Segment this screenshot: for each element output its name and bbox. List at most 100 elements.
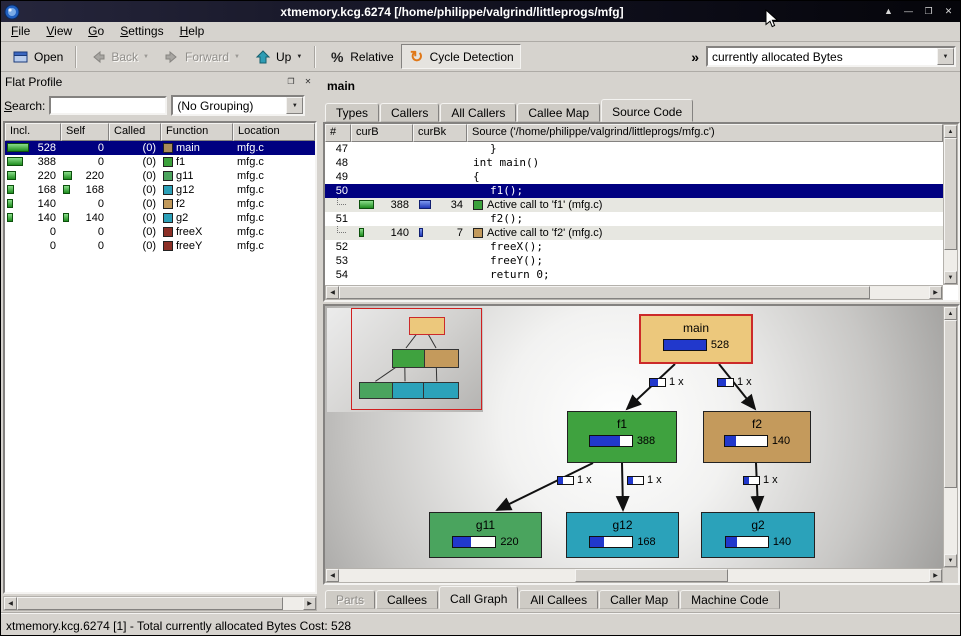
scrollbar-track[interactable] <box>944 138 957 271</box>
tab-callees[interactable]: Callees <box>376 590 438 609</box>
tab-machine-code[interactable]: Machine Code <box>680 590 779 609</box>
menu-help[interactable]: Help <box>172 22 213 41</box>
source-column-header[interactable]: Source ('/home/philippe/valgrind/littlep… <box>467 124 943 142</box>
tab-source-code[interactable]: Source Code <box>601 99 693 122</box>
flat-profile-row-g12[interactable]: 168168(0)g12mfg.c <box>5 183 315 197</box>
column-header-called[interactable]: Called <box>109 123 161 141</box>
source-code-row[interactable]: 50f1(); <box>325 184 943 198</box>
graph-node-f2[interactable]: f2140 <box>703 411 811 463</box>
flat-profile-row-main[interactable]: 5280(0)mainmfg.c <box>5 141 315 155</box>
column-header-location[interactable]: Location <box>233 123 315 141</box>
flat-profile-row-f2[interactable]: 1400(0)f2mfg.c <box>5 197 315 211</box>
menu-view[interactable]: View <box>38 22 80 41</box>
menu-go[interactable]: Go <box>80 22 112 41</box>
maximize-button[interactable]: ❐ <box>920 4 937 19</box>
relative-toggle-button[interactable]: % Relative <box>321 44 400 69</box>
scrollbar-thumb[interactable] <box>339 286 870 299</box>
source-code-row[interactable]: 48int main() <box>325 156 943 170</box>
scroll-down-button[interactable]: ▼ <box>944 554 957 567</box>
tab-types[interactable]: Types <box>325 103 379 122</box>
flat-profile-hscrollbar[interactable]: ◀ ▶ <box>3 596 317 611</box>
tab-all-callers[interactable]: All Callers <box>440 103 516 122</box>
source-code-row[interactable]: 47} <box>325 142 943 156</box>
scroll-down-button[interactable]: ▼ <box>944 271 957 284</box>
source-code-row[interactable]: 52freeX(); <box>325 240 943 254</box>
graph-node-main[interactable]: main528 <box>639 314 753 364</box>
source-hscrollbar[interactable]: ◀ ▶ <box>325 285 943 300</box>
toolbar-overflow-chevron[interactable]: » <box>684 49 706 65</box>
close-button[interactable]: ✕ <box>940 4 957 19</box>
up-dropdown-arrow[interactable]: ▼ <box>296 54 302 60</box>
source-call-row[interactable]: 1407Active call to 'f2' (mfg.c) <box>325 226 943 240</box>
forward-button[interactable]: Forward ▼ <box>156 44 247 69</box>
source-column-header[interactable]: curB <box>351 124 413 142</box>
source-column-header[interactable]: curBk <box>413 124 467 142</box>
scrollbar-track[interactable] <box>339 286 929 299</box>
grouping-combo[interactable]: (No Grouping) ▼ <box>171 95 305 116</box>
tab-callee-map[interactable]: Callee Map <box>517 103 600 122</box>
scroll-up-button[interactable]: ▲ <box>944 125 957 138</box>
minimize-button[interactable]: — <box>900 4 917 19</box>
up-button[interactable]: Up ▼ <box>247 44 309 69</box>
forward-dropdown-arrow[interactable]: ▼ <box>234 54 240 60</box>
scrollbar-thumb[interactable] <box>944 320 957 488</box>
source-code-row[interactable]: 51f2(); <box>325 212 943 226</box>
tab-callers[interactable]: Callers <box>380 103 439 122</box>
scrollbar-thumb[interactable] <box>944 138 957 250</box>
scroll-left-button[interactable]: ◀ <box>326 569 339 582</box>
source-code-row[interactable]: 53freeY(); <box>325 254 943 268</box>
source-column-header[interactable]: # <box>325 124 351 142</box>
graph-hscrollbar[interactable]: ◀ ▶ <box>325 568 943 583</box>
column-header-incl[interactable]: Incl. <box>5 123 61 141</box>
combo-dropdown-arrow[interactable]: ▼ <box>286 97 303 114</box>
tab-caller-map[interactable]: Caller Map <box>599 590 679 609</box>
menu-settings[interactable]: Settings <box>112 22 171 41</box>
source-code-row[interactable]: 54return 0; <box>325 268 943 282</box>
event-type-combo[interactable]: currently allocated Bytes ▼ <box>706 46 956 67</box>
column-header-self[interactable]: Self <box>61 123 109 141</box>
search-input[interactable] <box>49 96 167 115</box>
scroll-right-button[interactable]: ▶ <box>303 597 316 610</box>
back-button[interactable]: Back ▼ <box>82 44 156 69</box>
graph-node-f1[interactable]: f1388 <box>567 411 677 463</box>
menu-file[interactable]: File <box>3 22 38 41</box>
cycle-detection-toggle-button[interactable]: ↻ Cycle Detection <box>401 44 521 69</box>
flat-profile-row-g11[interactable]: 220220(0)g11mfg.c <box>5 169 315 183</box>
flat-profile-row-g2[interactable]: 140140(0)g2mfg.c <box>5 211 315 225</box>
source-call-row[interactable]: 38834Active call to 'f1' (mfg.c) <box>325 198 943 212</box>
scrollbar-track[interactable] <box>339 569 929 582</box>
scrollbar-track[interactable] <box>17 597 303 610</box>
flat-profile-row-f1[interactable]: 3880(0)f1mfg.c <box>5 155 315 169</box>
scrollbar-thumb[interactable] <box>17 597 283 610</box>
column-header-function[interactable]: Function <box>161 123 233 141</box>
graph-node-g2[interactable]: g2140 <box>701 512 815 558</box>
scroll-left-button[interactable]: ◀ <box>326 286 339 299</box>
dock-float-button[interactable]: ❐ <box>284 75 298 89</box>
scroll-left-button[interactable]: ◀ <box>4 597 17 610</box>
tab-all-callees[interactable]: All Callees <box>519 590 598 609</box>
dock-close-button[interactable]: ✕ <box>301 75 315 89</box>
scrollbar-track[interactable] <box>944 320 957 554</box>
source-code-row[interactable]: 49{ <box>325 170 943 184</box>
combo-dropdown-arrow[interactable]: ▼ <box>937 48 954 65</box>
back-dropdown-arrow[interactable]: ▼ <box>143 54 149 60</box>
graph-node-g12[interactable]: g12168 <box>566 512 679 558</box>
open-button[interactable]: Open <box>5 44 70 69</box>
scroll-right-button[interactable]: ▶ <box>929 286 942 299</box>
dock-title-bar[interactable]: Flat Profile ❐ ✕ <box>1 72 319 92</box>
scrollbar-thumb[interactable] <box>575 569 728 582</box>
title-bar[interactable]: xtmemory.kcg.6274 [/home/philippe/valgri… <box>1 1 960 22</box>
flat-profile-row-freeY[interactable]: 00(0)freeYmfg.c <box>5 239 315 253</box>
graph-overview-minimap[interactable] <box>327 308 483 412</box>
call-graph-canvas[interactable]: main528f1388f2140g11220g12168g21401 x1 x… <box>325 306 943 568</box>
tab-call-graph[interactable]: Call Graph <box>439 586 518 609</box>
shade-button[interactable]: ▲ <box>880 4 897 19</box>
minimap-viewport-rect[interactable] <box>351 308 482 410</box>
flat-profile-row-freeX[interactable]: 00(0)freeXmfg.c <box>5 225 315 239</box>
source-vscrollbar[interactable]: ▲ ▼ <box>943 124 958 285</box>
scroll-right-button[interactable]: ▶ <box>929 569 942 582</box>
graph-vscrollbar[interactable]: ▲ ▼ <box>943 306 958 568</box>
function-name: g12 <box>176 183 194 197</box>
scroll-up-button[interactable]: ▲ <box>944 307 957 320</box>
graph-node-g11[interactable]: g11220 <box>429 512 542 558</box>
